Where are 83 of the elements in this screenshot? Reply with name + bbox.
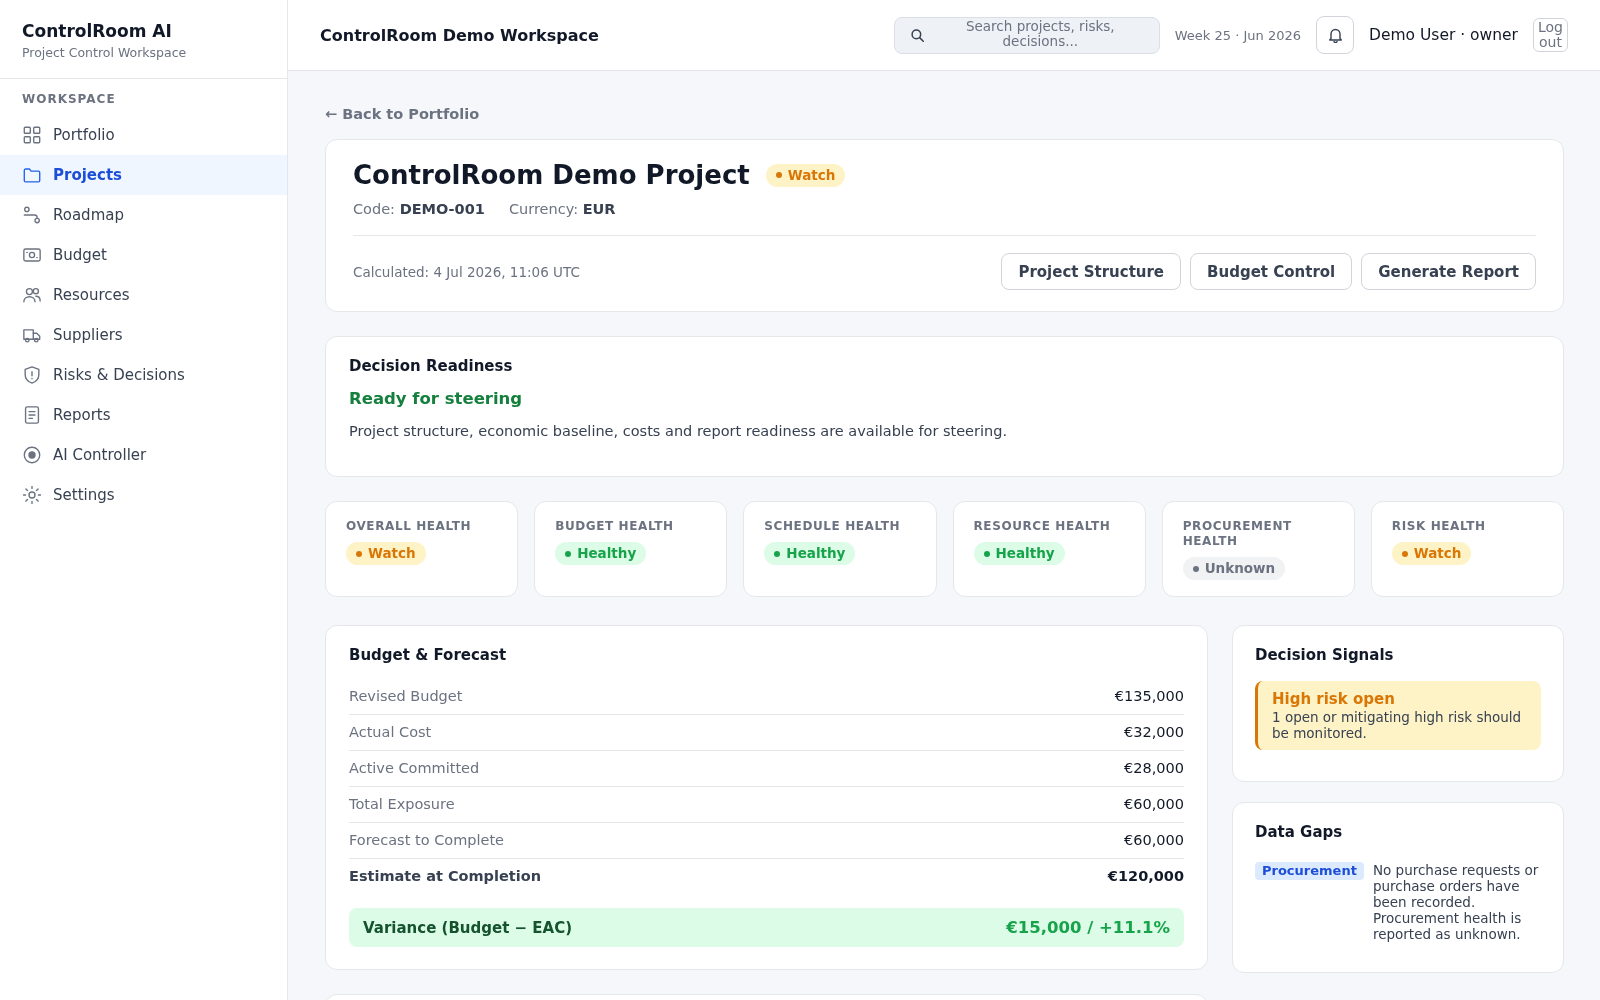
document-icon [23,406,41,424]
card-title: Decision Signals [1255,645,1394,665]
folder-icon [23,166,41,184]
readiness-status: Ready for steering [349,388,523,410]
status-text: Healthy [786,545,846,562]
status-dot-icon [983,550,990,557]
status-text: Watch [787,166,836,184]
budget-row-value: €32,000 [1124,723,1184,742]
truck-icon [23,326,41,344]
nav-item[interactable]: Reports [0,395,287,435]
users-icon [23,286,41,304]
health-label: SCHEDULE HEALTH [764,519,901,534]
route-icon [23,206,41,224]
brand-subtitle: Project Control Workspace [22,44,187,61]
status-text: Unknown [1204,560,1276,577]
nav-item[interactable]: Resources [0,275,287,315]
status-dot-icon [1401,550,1408,557]
nav-item[interactable]: Settings [0,475,287,515]
budget-row-value: €28,000 [1124,759,1184,778]
calculated-timestamp: Calculated: 4 Jul 2026, 11:06 UTC [353,263,580,280]
shield-icon [23,366,41,384]
gap-description: No purchase requests or purchase orders have been recorded. Procurement health is reported as unknown. [1372,862,1540,942]
budget-row-label: Estimate at Completion [349,867,541,886]
brand-title: ControlRoom AI [22,20,172,42]
notification-button[interactable] [1316,16,1354,54]
signal-title: High risk open [1272,689,1395,709]
section-label: WORKSPACE [22,91,116,107]
status-dot-icon [565,550,572,557]
nav-item[interactable]: Risks & Decisions [0,355,287,395]
budget-row-label: Total Exposure [349,795,455,814]
settings-icon [23,486,41,504]
status-text: Watch [368,545,416,562]
nav-item[interactable]: Projects [0,155,287,195]
project-title: ControlRoom Demo Project [353,159,750,191]
budget-row-value: €135,000 [1114,687,1184,706]
target-icon [23,446,41,464]
status-dot-icon [775,172,782,178]
bell-icon [1327,27,1343,43]
back-link[interactable]: ← Back to Portfolio [325,105,480,123]
search-icon [910,28,924,42]
nav-item[interactable]: Portfolio [0,115,287,155]
week-label: Week 25 · Jun 2026 [1174,27,1301,43]
budget-row-value: €120,000 [1107,867,1184,886]
health-label: BUDGET HEALTH [555,519,674,534]
banknote-icon [23,246,41,264]
signal-text: 1 open or mitigating high risk should be monitored. [1272,709,1523,741]
health-label: RISK HEALTH [1391,519,1486,534]
status-dot-icon [774,550,781,557]
workspace-title: ControlRoom Demo Workspace [320,25,599,45]
status-text: Healthy [577,545,637,562]
readiness-description: Project structure, economic baseline, costs and report readiness are available for steering. [349,422,1008,441]
budget-row-label: Forecast to Complete [349,831,504,850]
status-text: Watch [1413,545,1462,562]
variance-label: Variance (Budget − EAC) [363,918,573,937]
status-text: Healthy [995,545,1055,562]
nav-item[interactable]: Budget [0,235,287,275]
status-dot-icon [1192,565,1199,572]
gap-tag: Procurement [1255,862,1364,880]
health-label: RESOURCE HEALTH [973,519,1111,534]
card-title: Decision Readiness [349,356,513,376]
budget-row-label: Active Committed [349,759,480,778]
user-label: Demo User · owner [1369,26,1518,44]
budget-row-label: Revised Budget [349,687,463,706]
card-title: Budget & Forecast [349,645,507,665]
nav-item[interactable]: AI Controller [0,435,287,475]
status-dot-icon [356,550,362,557]
search-field[interactable]: Search projects, risks, decisions... [893,16,1160,54]
grid-icon [23,126,41,144]
health-label: PROCUREMENT HEALTH [1182,519,1293,549]
project-currency: Currency: EUR [508,200,616,218]
card-title: Data Gaps [1255,822,1343,842]
nav-item[interactable]: Suppliers [0,315,287,355]
logout-button[interactable]: Log out [1533,18,1568,52]
budget-row-label: Actual Cost [349,723,432,742]
action-button[interactable]: Budget Control [1190,253,1353,290]
action-button[interactable]: Project Structure [1001,253,1182,290]
health-label: OVERALL HEALTH [346,519,472,534]
variance-value: €15,000 / +11.1% [1006,918,1170,937]
budget-row-value: €60,000 [1124,831,1184,850]
budget-row-value: €60,000 [1124,795,1184,814]
project-code: Code: DEMO-001 [353,200,485,218]
action-button[interactable]: Generate Report [1361,253,1536,290]
nav-item[interactable]: Roadmap [0,195,287,235]
